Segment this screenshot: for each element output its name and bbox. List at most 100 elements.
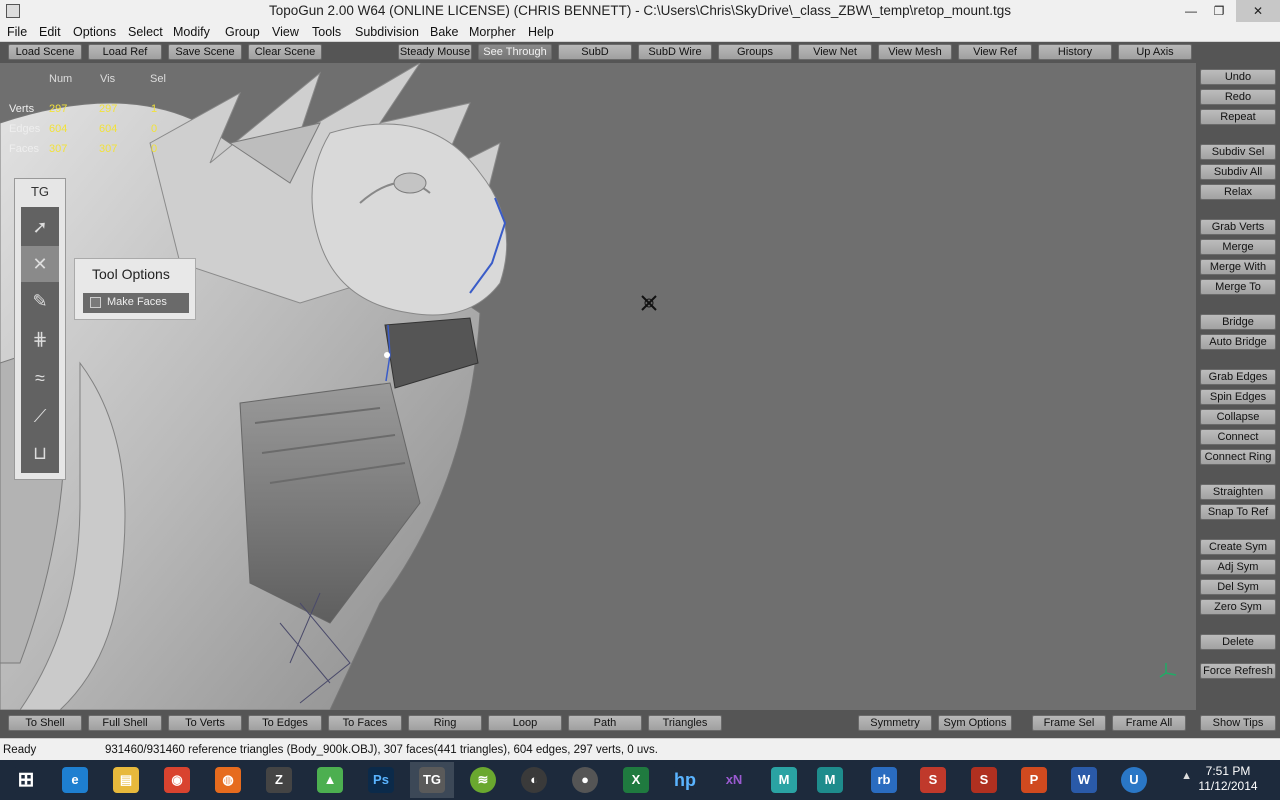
3d-viewport[interactable]: Num Vis Sel Verts 297 297 1 Edges 604 60…: [0, 63, 1196, 710]
history-button[interactable]: History: [1038, 44, 1112, 60]
ring-button[interactable]: Ring: [408, 715, 482, 731]
view-ref-button[interactable]: View Ref: [958, 44, 1032, 60]
taskbar-photoshop[interactable]: Ps: [359, 762, 403, 798]
to-edges-button[interactable]: To Edges: [248, 715, 322, 731]
merge-with-button[interactable]: Merge With: [1200, 259, 1276, 275]
clear-scene-button[interactable]: Clear Scene: [248, 44, 322, 60]
create-sym-button[interactable]: Create Sym: [1200, 539, 1276, 555]
tray-expand-icon[interactable]: ▲: [1181, 770, 1192, 782]
connect-ring-button[interactable]: Connect Ring: [1200, 449, 1276, 465]
repeat-button[interactable]: Repeat: [1200, 109, 1276, 125]
snap-to-ref-button[interactable]: Snap To Ref: [1200, 504, 1276, 520]
straighten-button[interactable]: Straighten: [1200, 484, 1276, 500]
select-arrow-icon[interactable]: ➚: [21, 209, 59, 245]
view-net-button[interactable]: View Net: [798, 44, 872, 60]
menu-group[interactable]: Group: [225, 25, 260, 39]
relax-brush-icon[interactable]: ≈: [21, 360, 59, 396]
frame-sel-button[interactable]: Frame Sel: [1032, 715, 1106, 731]
taskbar-internet-explorer[interactable]: e: [53, 762, 97, 798]
save-scene-button[interactable]: Save Scene: [168, 44, 242, 60]
groups-button[interactable]: Groups: [718, 44, 792, 60]
brush-icon[interactable]: ⟋: [21, 398, 59, 434]
collapse-button[interactable]: Collapse: [1200, 409, 1276, 425]
menu-subdivision[interactable]: Subdivision: [355, 25, 419, 39]
del-sym-button[interactable]: Del Sym: [1200, 579, 1276, 595]
delete-button[interactable]: Delete: [1200, 634, 1276, 650]
load-ref-button[interactable]: Load Ref: [88, 44, 162, 60]
menu-file[interactable]: File: [7, 25, 27, 39]
merge-button[interactable]: Merge: [1200, 239, 1276, 255]
taskbar-obs[interactable]: ◐: [512, 762, 556, 798]
taskbar-media-app[interactable]: ●: [563, 762, 607, 798]
see-through-button[interactable]: See Through: [478, 44, 552, 60]
subdiv-all-button[interactable]: Subdiv All: [1200, 164, 1276, 180]
menu-view[interactable]: View: [272, 25, 299, 39]
sym-options-button[interactable]: Sym Options: [938, 715, 1012, 731]
close-button[interactable]: ✕: [1236, 0, 1280, 22]
make-faces-checkbox[interactable]: [90, 297, 101, 308]
taskbar-excel[interactable]: X: [614, 762, 658, 798]
redo-button[interactable]: Redo: [1200, 89, 1276, 105]
make-faces-option[interactable]: Make Faces: [83, 293, 189, 313]
pencil-icon[interactable]: ✎: [21, 283, 59, 319]
taskbar-maya-lt[interactable]: M: [762, 762, 806, 798]
loop-button[interactable]: Loop: [488, 715, 562, 731]
measure-icon[interactable]: ⊔: [21, 435, 59, 471]
steady-mouse-button[interactable]: Steady Mouse: [398, 44, 472, 60]
menu-morpher[interactable]: Morpher: [469, 25, 516, 39]
maximize-button[interactable]: ❐: [1204, 0, 1234, 22]
taskbar-firefox[interactable]: ◍: [206, 762, 250, 798]
triangles-button[interactable]: Triangles: [648, 715, 722, 731]
taskbar-maya[interactable]: M: [808, 762, 852, 798]
cross-tool-icon[interactable]: ✕: [21, 246, 59, 282]
taskbar-xnview[interactable]: xN: [712, 762, 756, 798]
taskbar-powerpoint[interactable]: P: [1012, 762, 1056, 798]
undo-button[interactable]: Undo: [1200, 69, 1276, 85]
grab-edges-button[interactable]: Grab Edges: [1200, 369, 1276, 385]
taskbar-clock[interactable]: 7:51 PM 11/12/2014: [1192, 764, 1264, 794]
taskbar-chrome[interactable]: ◉: [155, 762, 199, 798]
frame-all-button[interactable]: Frame All: [1112, 715, 1186, 731]
to-faces-button[interactable]: To Faces: [328, 715, 402, 731]
menu-edit[interactable]: Edit: [39, 25, 61, 39]
relax-button[interactable]: Relax: [1200, 184, 1276, 200]
subd-wire-button[interactable]: SubD Wire: [638, 44, 712, 60]
menu-modify[interactable]: Modify: [173, 25, 210, 39]
grab-verts-button[interactable]: Grab Verts: [1200, 219, 1276, 235]
symmetry-button[interactable]: Symmetry: [858, 715, 932, 731]
grid-tool-icon[interactable]: ⋕: [21, 321, 59, 357]
taskbar-topogun[interactable]: TG: [410, 762, 454, 798]
show-tips-button[interactable]: Show Tips: [1200, 715, 1276, 731]
taskbar-file-explorer[interactable]: ▤: [104, 762, 148, 798]
force-refresh-button[interactable]: Force Refresh: [1200, 663, 1276, 679]
taskbar-word[interactable]: W: [1062, 762, 1106, 798]
up-axis-button[interactable]: Up Axis: [1118, 44, 1192, 60]
zero-sym-button[interactable]: Zero Sym: [1200, 599, 1276, 615]
menu-options[interactable]: Options: [73, 25, 116, 39]
view-mesh-button[interactable]: View Mesh: [878, 44, 952, 60]
menu-tools[interactable]: Tools: [312, 25, 341, 39]
taskbar-unreal[interactable]: U: [1112, 762, 1156, 798]
subd-button[interactable]: SubD: [558, 44, 632, 60]
taskbar-substance[interactable]: S: [911, 762, 955, 798]
auto-bridge-button[interactable]: Auto Bridge: [1200, 334, 1276, 350]
menu-help[interactable]: Help: [528, 25, 554, 39]
full-shell-button[interactable]: Full Shell: [88, 715, 162, 731]
to-shell-button[interactable]: To Shell: [8, 715, 82, 731]
minimize-button[interactable]: —: [1176, 0, 1206, 22]
subdiv-sel-button[interactable]: Subdiv Sel: [1200, 144, 1276, 160]
menu-select[interactable]: Select: [128, 25, 163, 39]
start-button[interactable]: ⊞: [4, 762, 48, 798]
taskbar-hp[interactable]: hp: [663, 762, 707, 798]
connect-button[interactable]: Connect: [1200, 429, 1276, 445]
path-button[interactable]: Path: [568, 715, 642, 731]
bridge-button[interactable]: Bridge: [1200, 314, 1276, 330]
to-verts-button[interactable]: To Verts: [168, 715, 242, 731]
taskbar-3d-app[interactable]: ▲: [308, 762, 352, 798]
taskbar-rb-app[interactable]: rb: [862, 762, 906, 798]
taskbar-substance-2[interactable]: S: [962, 762, 1006, 798]
menu-bake[interactable]: Bake: [430, 25, 459, 39]
adj-sym-button[interactable]: Adj Sym: [1200, 559, 1276, 575]
load-scene-button[interactable]: Load Scene: [8, 44, 82, 60]
taskbar-spotify[interactable]: ≋: [461, 762, 505, 798]
